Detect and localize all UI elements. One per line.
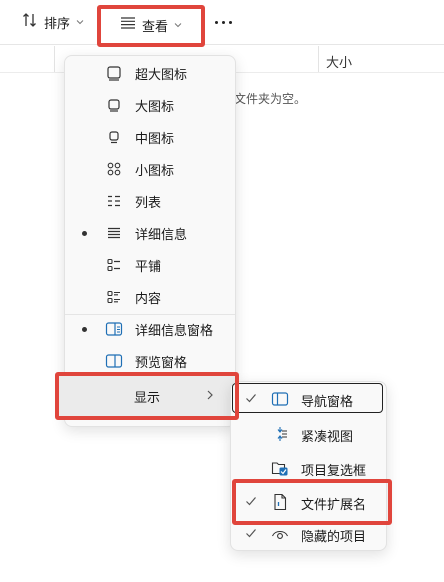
checkmark-icon xyxy=(246,529,256,538)
list-icon xyxy=(105,192,123,210)
menu-item-medium-icons[interactable]: 中图标 xyxy=(65,122,235,152)
more-dot xyxy=(214,20,218,24)
details-icon xyxy=(105,224,123,242)
menu-item-label: 内容 xyxy=(135,291,162,307)
menu-item-small-icons[interactable]: 小图标 xyxy=(65,154,235,184)
more-dot xyxy=(221,20,225,24)
toolbar-divider xyxy=(0,44,444,45)
sort-icon xyxy=(22,12,38,32)
menu-item-label: 预览窗格 xyxy=(135,355,188,371)
keyboard-focus-ring xyxy=(232,383,383,413)
highlight-file-extensions xyxy=(232,479,392,525)
hidden-items-icon xyxy=(271,525,289,543)
chevron-down-icon xyxy=(76,20,84,25)
extra-large-icons-icon xyxy=(105,64,123,82)
menu-item-label: 详细信息窗格 xyxy=(135,323,214,339)
menu-item-label: 详细信息 xyxy=(135,227,188,243)
medium-icons-icon xyxy=(105,128,123,146)
preview-pane-icon xyxy=(105,352,123,370)
compact-view-icon xyxy=(271,425,289,443)
submenu-item-compact-view[interactable]: 紧凑视图 xyxy=(231,418,386,450)
more-dot xyxy=(228,20,232,24)
menu-item-label: 超大图标 xyxy=(135,67,188,83)
menu-item-details[interactable]: 详细信息 xyxy=(65,218,235,248)
selected-bullet-icon xyxy=(82,327,87,332)
column-separator[interactable] xyxy=(318,46,319,72)
menu-item-label: 大图标 xyxy=(135,99,175,115)
column-header-size[interactable]: 大小 xyxy=(326,52,352,71)
content-icon xyxy=(105,288,123,306)
submenu-item-label: 项目复选框 xyxy=(301,464,367,479)
large-icons-icon xyxy=(105,96,123,114)
details-pane-icon xyxy=(105,320,123,338)
column-separator[interactable] xyxy=(54,46,55,72)
menu-item-tiles[interactable]: 平铺 xyxy=(65,250,235,280)
highlight-show-item xyxy=(55,372,239,420)
sort-button[interactable]: 排序 xyxy=(22,10,84,34)
menu-item-label: 列表 xyxy=(135,195,162,211)
menu-item-label: 中图标 xyxy=(135,131,175,147)
menu-item-content[interactable]: 内容 xyxy=(65,282,235,312)
selected-bullet-icon xyxy=(82,231,87,236)
small-icons-icon xyxy=(105,160,123,178)
item-checkbox-icon xyxy=(271,459,289,477)
highlight-view-button xyxy=(97,5,205,47)
menu-item-label: 小图标 xyxy=(135,163,175,179)
submenu-item-label: 隐藏的项目 xyxy=(301,530,367,545)
menu-item-extra-large-icons[interactable]: 超大图标 xyxy=(65,58,235,88)
submenu-item-label: 紧凑视图 xyxy=(301,430,354,445)
menu-item-label: 平铺 xyxy=(135,259,162,275)
menu-item-large-icons[interactable]: 大图标 xyxy=(65,90,235,120)
empty-folder-message: 文件夹为空。 xyxy=(234,92,307,106)
more-options-button[interactable] xyxy=(210,12,236,32)
sort-label: 排序 xyxy=(44,16,71,32)
tiles-icon xyxy=(105,256,123,274)
menu-item-list[interactable]: 列表 xyxy=(65,186,235,216)
menu-item-details-pane[interactable]: 详细信息窗格 xyxy=(65,314,235,344)
